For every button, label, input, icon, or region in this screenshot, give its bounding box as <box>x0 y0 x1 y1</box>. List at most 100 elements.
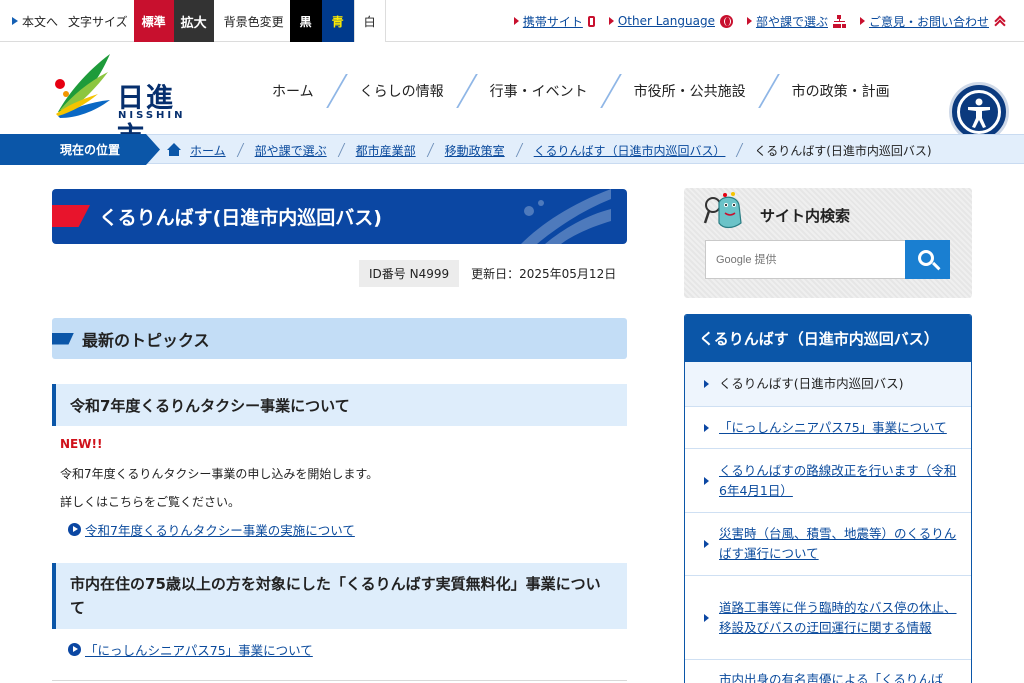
triangle-right-icon <box>704 540 709 548</box>
utility-right: 携帯サイト Other Language 部や課で選ぶ ご意見・お問い合わせ <box>513 0 1006 42</box>
new-badge: NEW!! <box>60 437 103 451</box>
breadcrumb: 現在の位置 ホーム 部や課で選ぶ 都市産業部 移動政策室 くるりんばす（日進市内… <box>0 134 1024 165</box>
leaf-watermark-icon <box>521 189 611 244</box>
page-title: くるりんばす(日進市内巡回バス) <box>99 207 382 229</box>
search-input[interactable] <box>705 240 906 279</box>
triangle-right-icon <box>704 423 709 432</box>
chevron-up-icon <box>993 15 1006 27</box>
side-nav-label: くるりんばす(日進市内巡回バス) <box>719 376 904 391</box>
breadcrumb-mobility-office[interactable]: 移動政策室 <box>445 142 505 159</box>
skip-label: 本文へ <box>22 14 59 29</box>
body-text: 詳しくはこちらをご覧ください。 <box>60 495 241 509</box>
side-nav-item-current[interactable]: くるりんばす(日進市内巡回バス) <box>685 362 971 407</box>
nisshin-leaf-logo-icon <box>55 54 110 118</box>
global-nav: ホーム くらしの情報 行事・イベント 市役所・公共施設 市の政策・計画 <box>250 74 912 108</box>
mobile-site-label: 携帯サイト <box>522 14 583 29</box>
breadcrumb-urban-industry[interactable]: 都市産業部 <box>356 142 416 159</box>
contact-link[interactable]: ご意見・お問い合わせ <box>859 13 1006 30</box>
logo-subtitle: NISSHIN <box>118 110 186 121</box>
breadcrumb-separator <box>236 143 244 157</box>
side-nav-item-disaster[interactable]: 災害時（台風、積雪、地震等）のくるりんばす運行について <box>685 513 971 576</box>
triangle-right-icon <box>12 17 18 25</box>
page-id: ID番号 N4999 <box>359 259 460 287</box>
breadcrumb-current: くるりんばす(日進市内巡回バス) <box>754 143 932 158</box>
section-heading-senior-pass: 市内在住の75歳以上の方を対象にした「くるりんばす実質無料化」事業について <box>52 563 627 629</box>
triangle-right-icon <box>513 17 519 25</box>
senior-pass-link-label: 「にっしんシニアパス75」事業について <box>85 643 313 658</box>
page-title-banner: くるりんばす(日進市内巡回バス) <box>52 189 627 244</box>
mobile-site-link[interactable]: 携帯サイト <box>513 13 595 30</box>
blue-flag-icon <box>52 332 74 345</box>
circle-arrow-right-icon <box>68 523 81 536</box>
triangle-right-icon <box>608 17 614 25</box>
nav-item-facilities[interactable]: 市役所・公共施設 <box>612 76 768 106</box>
select-dept-link[interactable]: 部や課で選ぶ <box>746 13 846 30</box>
breadcrumb-list: ホーム 部や課で選ぶ 都市産業部 移動政策室 くるりんばす（日進市内巡回バス） … <box>166 135 932 165</box>
bg-white-button[interactable]: 白 <box>353 0 386 42</box>
site-logo[interactable]: 日進市 NISSHIN <box>52 50 202 153</box>
search-title: サイト内検索 <box>760 207 851 225</box>
updated-date: 更新日：2025年05月12日 <box>471 266 617 281</box>
site-header: 日進市 NISSHIN ホーム くらしの情報 行事・イベント 市役所・公共施設 … <box>0 42 1024 153</box>
accessibility-person-icon <box>957 90 1001 134</box>
mascot-icon <box>703 192 742 229</box>
search-icon <box>918 250 934 266</box>
side-nav-link[interactable]: 道路工事等に伴う臨時的なバス停の休止、移設及びバスの迂回運行に関する情報 <box>719 598 957 638</box>
contact-label: ご意見・お問い合わせ <box>868 14 989 29</box>
skip-to-content-link[interactable]: 本文へ <box>0 13 58 30</box>
triangle-right-icon <box>746 17 752 25</box>
side-nav-link[interactable]: くるりんばすの路線改正を行います（令和6年4月1日） <box>719 461 957 501</box>
side-nav-link[interactable]: 市内出身の有名声優による「くるりんば <box>719 670 943 683</box>
triangle-right-icon <box>704 476 709 485</box>
utility-bar: 本文へ 文字サイズ 標準 拡大 背景色変更 黒 青 白 携帯サイト Other … <box>0 0 1024 42</box>
breadcrumb-kururin-bus[interactable]: くるりんばす（日進市内巡回バス） <box>534 142 726 159</box>
other-language-link[interactable]: Other Language <box>608 14 733 28</box>
side-nav-link[interactable]: 災害時（台風、積雪、地震等）のくるりんばす運行について <box>719 524 957 564</box>
breadcrumb-separator <box>426 143 434 157</box>
nav-item-home[interactable]: ホーム <box>250 76 336 106</box>
accessibility-button[interactable] <box>949 82 1009 142</box>
nav-item-policy[interactable]: 市の政策・計画 <box>770 76 912 106</box>
text-size-label: 文字サイズ <box>68 14 128 29</box>
text-size-standard-button[interactable]: 標準 <box>133 0 174 42</box>
page-meta: ID番号 N4999 更新日：2025年05月12日 <box>359 259 617 287</box>
breadcrumb-home[interactable]: ホーム <box>190 142 226 159</box>
circle-arrow-right-icon <box>68 643 81 656</box>
side-nav-item-route-revision[interactable]: くるりんばすの路線改正を行います（令和6年4月1日） <box>685 449 971 513</box>
taxi-details-link[interactable]: 令和7年度くるりんタクシー事業の実施について <box>68 520 355 539</box>
bg-color-label: 背景色変更 <box>223 14 284 29</box>
side-nav-item-voice-actor[interactable]: 市内出身の有名声優による「くるりんば <box>685 660 971 683</box>
triangle-right-icon <box>704 380 709 388</box>
nav-item-events[interactable]: 行事・イベント <box>468 76 610 106</box>
select-dept-label: 部や課で選ぶ <box>755 14 828 29</box>
text-size-large-button[interactable]: 拡大 <box>173 0 214 42</box>
site-search: サイト内検索 <box>684 188 972 298</box>
side-nav-heading: くるりんばす（日進市内巡回バス） <box>685 315 971 362</box>
globe-icon <box>719 14 733 28</box>
side-nav: くるりんばす（日進市内巡回バス） くるりんばす(日進市内巡回バス) 「にっしんシ… <box>684 314 972 683</box>
taxi-details-link-label: 令和7年度くるりんタクシー事業の実施について <box>85 523 355 538</box>
search-button[interactable] <box>905 240 950 279</box>
triangle-right-icon <box>704 613 709 622</box>
triangle-right-icon <box>859 17 865 25</box>
other-language-label: Other Language <box>617 14 715 28</box>
topics-heading-text: 最新のトピックス <box>82 330 210 350</box>
section-heading-taxi: 令和7年度くるりんタクシー事業について <box>52 384 627 426</box>
breadcrumb-select-dept[interactable]: 部や課で選ぶ <box>255 142 327 159</box>
mobile-phone-icon <box>587 15 595 27</box>
side-nav-item-road-works[interactable]: 道路工事等に伴う臨時的なバス停の休止、移設及びバスの迂回運行に関する情報 <box>685 576 971 660</box>
topics-heading: 最新のトピックス <box>52 318 627 359</box>
side-nav-link[interactable]: 「にっしんシニアパス75」事業について <box>719 418 947 438</box>
senior-pass-link[interactable]: 「にっしんシニアパス75」事業について <box>68 640 313 659</box>
org-chart-icon <box>832 14 846 28</box>
bg-blue-button[interactable]: 青 <box>321 0 354 42</box>
body-text: 令和7年度くるりんタクシー事業の申し込みを開始します。 <box>60 467 379 481</box>
breadcrumb-separator <box>515 143 523 157</box>
utility-left: 本文へ 文字サイズ 標準 拡大 背景色変更 黒 青 白 <box>0 0 386 42</box>
home-icon <box>166 143 182 157</box>
nav-item-living[interactable]: くらしの情報 <box>338 76 466 106</box>
bg-black-button[interactable]: 黒 <box>289 0 322 42</box>
breadcrumb-label: 現在の位置 <box>0 134 160 165</box>
side-nav-item-senior-pass[interactable]: 「にっしんシニアパス75」事業について <box>685 407 971 449</box>
breadcrumb-separator <box>736 143 744 157</box>
